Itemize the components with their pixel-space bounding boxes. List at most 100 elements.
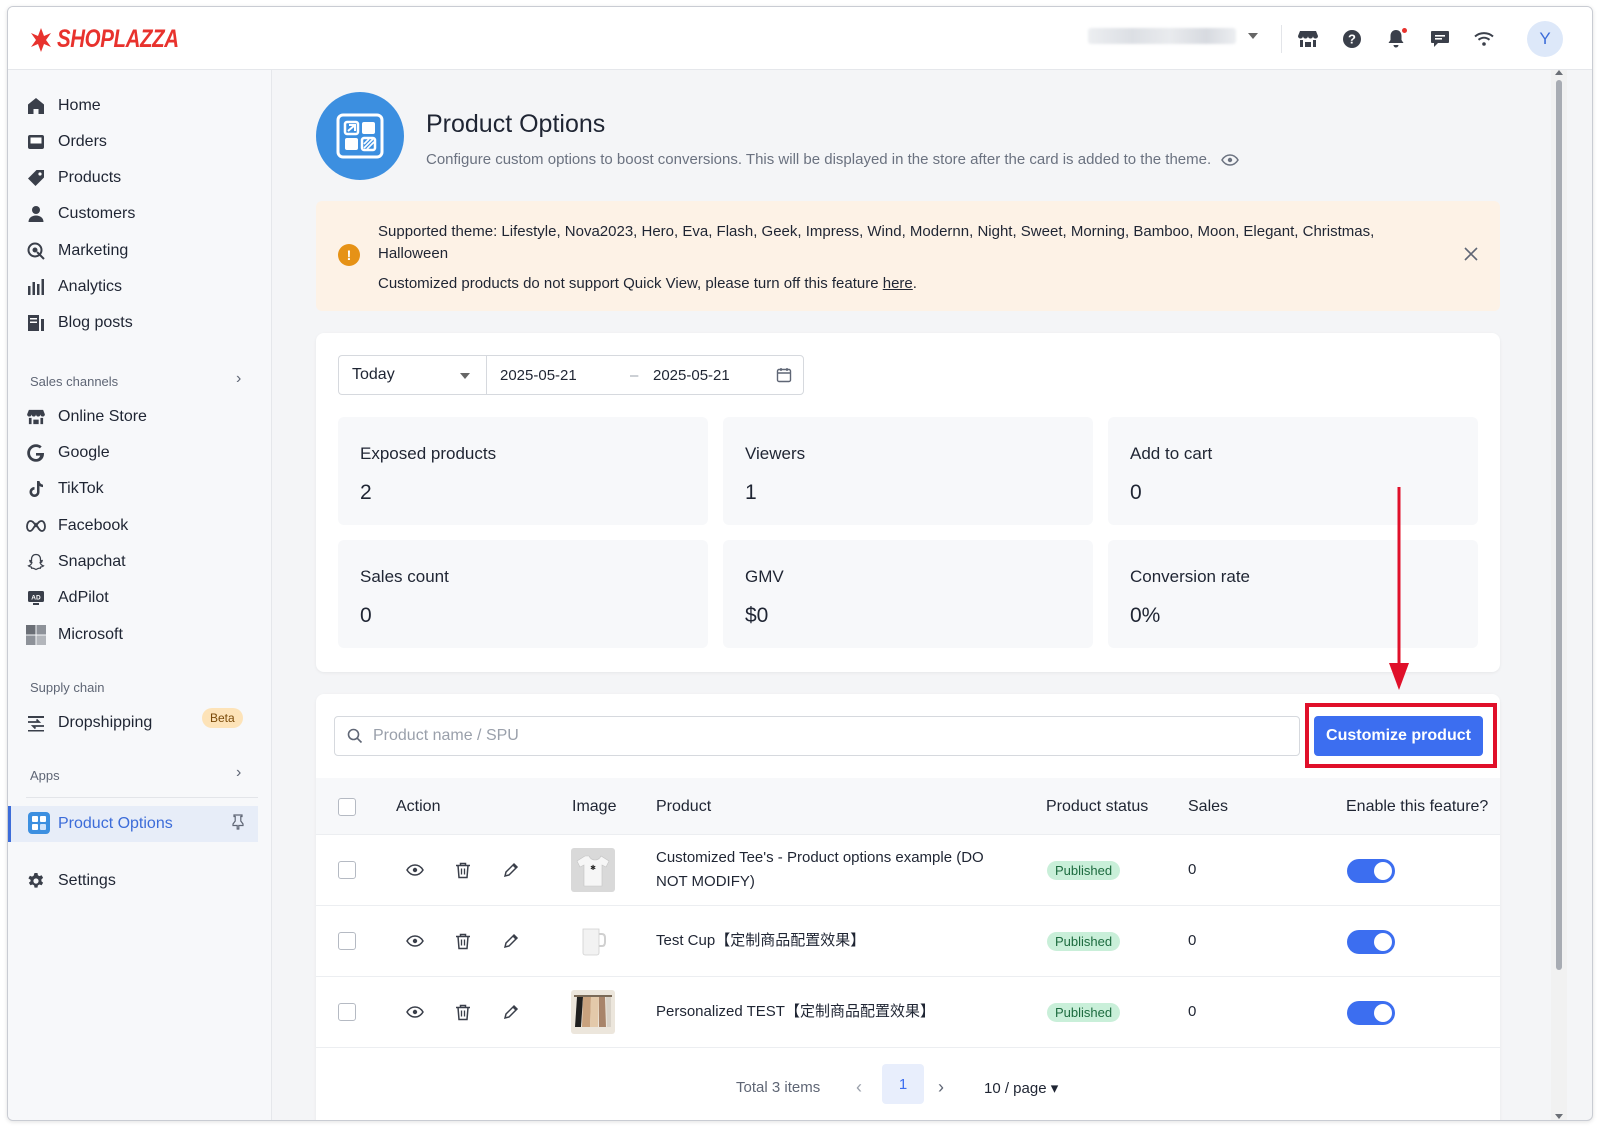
trash-icon[interactable] (452, 859, 474, 881)
column-header: Sales (1188, 798, 1229, 815)
search-input[interactable] (373, 724, 1273, 748)
stat-card: Exposed products 2 (338, 417, 708, 525)
sidebar-item-settings[interactable]: Settings (26, 866, 116, 896)
sidebar-item-label: Products (58, 169, 122, 186)
enable-feature-toggle[interactable] (1347, 1001, 1395, 1025)
sidebar-item-label: Blog posts (58, 314, 133, 331)
sidebar-item-dropshipping[interactable]: Dropshipping (26, 708, 152, 738)
customize-product-button[interactable]: Customize product (1314, 716, 1483, 756)
end-date[interactable]: 2025-05-21 (653, 367, 730, 384)
pin-icon[interactable] (231, 814, 245, 835)
stat-card: GMV $0 (723, 540, 1093, 648)
chevron-left-icon[interactable]: ‹ (856, 1077, 862, 1098)
row-checkbox[interactable] (338, 932, 356, 950)
edit-icon[interactable] (500, 930, 522, 952)
product-thumbnail-mug (571, 919, 615, 963)
sidebar-item-adpilot[interactable]: AD AdPilot (26, 583, 109, 613)
row-checkbox[interactable] (338, 1003, 356, 1021)
chevron-right-icon[interactable]: › (938, 1077, 944, 1098)
product-options-app-icon (316, 92, 404, 180)
sidebar-item-tiktok[interactable]: TikTok (26, 474, 104, 504)
avatar[interactable]: Y (1527, 21, 1563, 57)
sales-count: 0 (1188, 1003, 1197, 1020)
marketing-icon (26, 241, 46, 261)
chat-icon[interactable] (1429, 28, 1451, 50)
product-name[interactable]: Test Cup【定制商品配置效果】 (656, 929, 1006, 953)
scroll-down-icon[interactable] (1555, 1114, 1563, 1119)
enable-feature-toggle[interactable] (1347, 930, 1395, 954)
close-icon[interactable] (1462, 245, 1480, 263)
sidebar: Home Orders Products Customers Marketing… (8, 70, 272, 1120)
blog-icon (26, 313, 46, 333)
edit-icon[interactable] (500, 859, 522, 881)
wifi-icon[interactable] (1473, 28, 1495, 50)
edit-icon[interactable] (500, 1001, 522, 1023)
trash-icon[interactable] (452, 930, 474, 952)
scrollbar-thumb[interactable] (1556, 80, 1562, 970)
sidebar-item-marketing[interactable]: Marketing (26, 236, 128, 266)
trash-icon[interactable] (452, 1001, 474, 1023)
product-name[interactable]: Personalized TEST【定制商品配置效果】 (656, 1000, 1006, 1024)
chevron-right-icon[interactable]: › (236, 370, 241, 388)
sidebar-item-blog-posts[interactable]: Blog posts (26, 308, 133, 338)
bell-icon[interactable] (1385, 28, 1407, 50)
sidebar-item-label: Dropshipping (58, 714, 153, 731)
select-all-checkbox[interactable] (338, 798, 356, 816)
sidebar-item-products[interactable]: Products (26, 163, 121, 193)
search-icon (347, 728, 363, 744)
sidebar-item-label: Analytics (58, 278, 123, 295)
enable-feature-toggle[interactable] (1347, 859, 1395, 883)
page-description: Configure custom options to boost conver… (426, 151, 1240, 168)
product-name[interactable]: Customized Tee's - Product options examp… (656, 846, 1006, 894)
product-options-icon (28, 812, 50, 834)
calendar-icon[interactable] (776, 367, 792, 383)
date-range-select[interactable]: Today (338, 355, 486, 395)
product-search[interactable] (334, 716, 1300, 756)
stat-label: Exposed products (360, 444, 497, 463)
sidebar-item-home[interactable]: Home (26, 91, 101, 121)
chevron-right-icon[interactable]: › (236, 764, 241, 782)
sidebar-item-label: Product Options (58, 815, 173, 832)
sidebar-item-google[interactable]: Google (26, 438, 110, 468)
product-thumbnail-clothes (571, 990, 615, 1034)
adpilot-icon: AD (26, 588, 46, 608)
sidebar-item-label: Settings (58, 872, 116, 889)
app-window: SHOPLAZZA ? Y Home Orders Products Custo… (7, 6, 1593, 1121)
brand-logo[interactable]: SHOPLAZZA (30, 25, 205, 54)
sidebar-item-analytics[interactable]: Analytics (26, 272, 122, 302)
sidebar-item-online-store[interactable]: Online Store (26, 402, 147, 432)
sidebar-item-orders[interactable]: Orders (26, 127, 107, 157)
eye-icon[interactable] (404, 930, 426, 952)
page-size-select[interactable]: 10 / page ▾ (984, 1079, 1058, 1097)
analytics-icon (26, 277, 46, 297)
scroll-up-icon[interactable] (1555, 70, 1563, 75)
start-date[interactable]: 2025-05-21 (500, 367, 577, 384)
help-icon[interactable]: ? (1341, 28, 1363, 50)
stat-card: Conversion rate 0% (1108, 540, 1478, 648)
dropshipping-icon (26, 713, 46, 733)
date-separator: – (630, 367, 639, 384)
eye-icon[interactable] (404, 859, 426, 881)
sidebar-item-facebook[interactable]: Facebook (26, 511, 128, 541)
store-icon[interactable] (1297, 28, 1319, 50)
sales-count: 0 (1188, 861, 1197, 878)
column-header: Enable this feature? (1346, 798, 1489, 815)
store-selector[interactable] (1088, 28, 1258, 44)
divider (1281, 25, 1282, 53)
quick-view-settings-link[interactable]: here (883, 275, 913, 292)
page-number[interactable]: 1 (882, 1064, 924, 1104)
product-table-card: Customize product Action Image Product P… (316, 694, 1500, 1120)
chevron-down-icon (1248, 33, 1258, 39)
sidebar-item-microsoft[interactable]: Microsoft (26, 620, 123, 650)
sidebar-item-product-options[interactable]: Product Options (8, 806, 258, 842)
sidebar-item-label: Google (58, 444, 110, 461)
date-range-picker[interactable]: 2025-05-21 – 2025-05-21 (486, 355, 804, 395)
sidebar-item-snapchat[interactable]: Snapchat (26, 547, 126, 577)
row-checkbox[interactable] (338, 861, 356, 879)
sidebar-item-customers[interactable]: Customers (26, 199, 135, 229)
eye-icon[interactable] (1221, 153, 1240, 166)
eye-icon[interactable] (404, 1001, 426, 1023)
stat-label: Conversion rate (1130, 567, 1251, 586)
status-badge: Published (1047, 861, 1121, 880)
page-scrollbar[interactable] (1551, 70, 1567, 1120)
